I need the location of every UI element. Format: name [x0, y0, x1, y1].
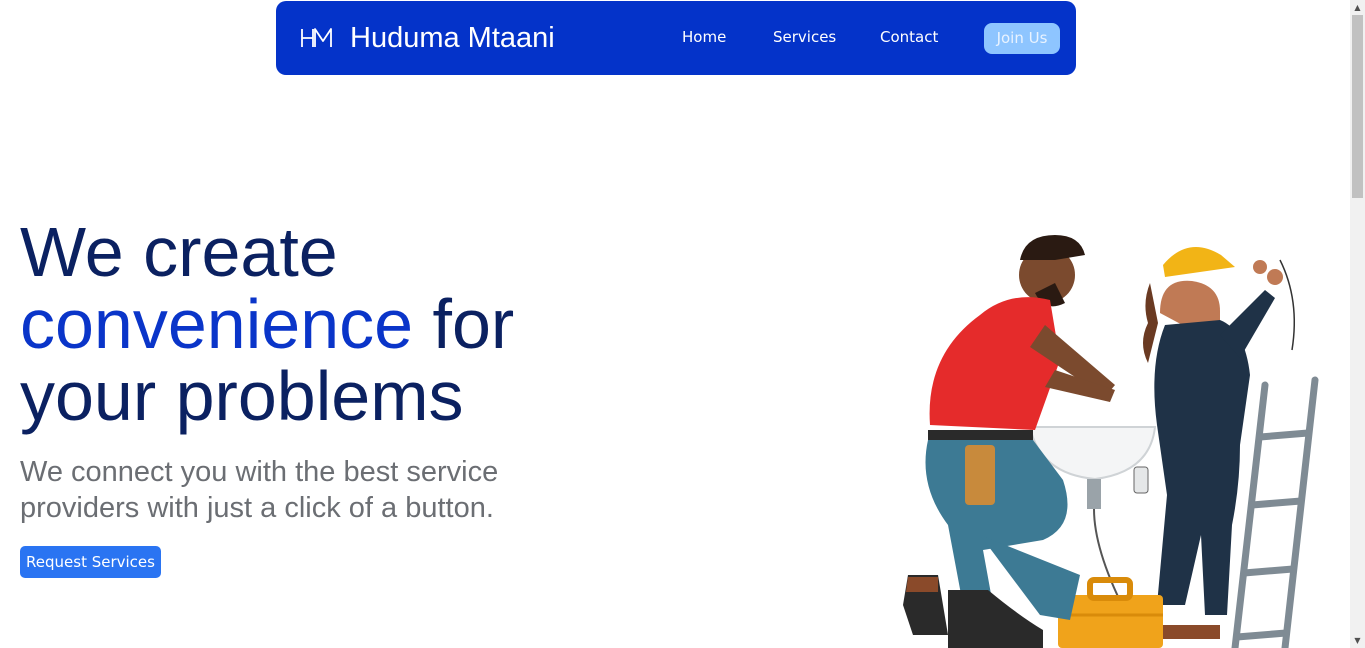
hero-title-rest: for: [413, 285, 515, 363]
nav-home-link[interactable]: Home: [682, 26, 726, 48]
nav-services-link[interactable]: Services: [773, 26, 836, 48]
hero-subtitle: We connect you with the best service pro…: [20, 456, 499, 524]
scroll-down-arrow-icon[interactable]: ▼: [1350, 633, 1365, 648]
ladder-icon: [1231, 376, 1319, 648]
request-services-button[interactable]: Request Services: [20, 546, 161, 578]
join-us-button[interactable]: Join Us: [984, 23, 1060, 54]
brand-name[interactable]: Huduma Mtaani: [350, 20, 555, 56]
hero-title: We create convenience for your problems: [20, 216, 640, 432]
vertical-scrollbar[interactable]: ▲ ▼: [1350, 0, 1365, 648]
scroll-thumb[interactable]: [1352, 15, 1363, 198]
scroll-up-arrow-icon[interactable]: ▲: [1350, 0, 1365, 15]
nav-contact-link[interactable]: Contact: [880, 26, 938, 48]
hero-title-line1: We create: [20, 213, 338, 291]
hero-title-line3: your problems: [20, 357, 464, 435]
electrician-figure: [1142, 247, 1296, 639]
plumber-and-electrician-illustration: [903, 235, 1319, 648]
hero-title-accent: convenience: [20, 285, 414, 363]
hm-monogram-icon[interactable]: [300, 27, 334, 49]
